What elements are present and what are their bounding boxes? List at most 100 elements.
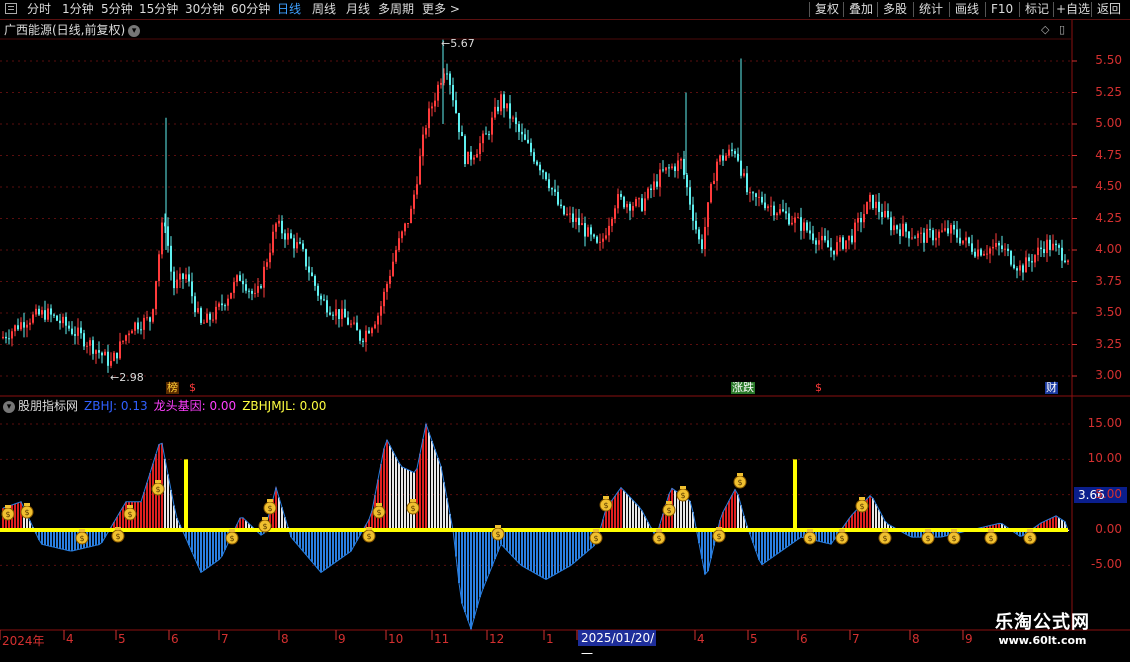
candle-body xyxy=(800,217,802,231)
candle-body xyxy=(863,213,865,223)
indicator-bar xyxy=(137,501,139,530)
candle-body xyxy=(692,204,694,221)
candle-body xyxy=(170,245,172,272)
candle-body xyxy=(452,84,454,101)
candle-body xyxy=(488,134,490,136)
event-marker[interactable]: 涨跌 xyxy=(731,382,755,394)
candle-body xyxy=(1037,247,1039,256)
candle-body xyxy=(713,180,715,185)
candle-body xyxy=(908,231,910,239)
candle-body xyxy=(143,317,145,330)
candle-body xyxy=(431,106,433,109)
indicator-bar xyxy=(470,530,472,629)
candle-body xyxy=(932,230,934,241)
indicator-bar xyxy=(518,530,520,564)
candle-body xyxy=(476,154,478,158)
candle-body xyxy=(710,184,712,203)
event-marker[interactable]: 榜 xyxy=(166,382,179,394)
candle-body xyxy=(101,352,103,356)
candle-body xyxy=(881,211,883,218)
candle-body xyxy=(845,240,847,249)
candle-body xyxy=(605,235,607,239)
candle-body xyxy=(269,252,271,263)
indicator-bar xyxy=(323,530,325,571)
candle-body xyxy=(422,134,424,157)
money-bag-icon: $ xyxy=(733,473,747,489)
candle-body xyxy=(245,284,247,291)
candle-body xyxy=(749,192,751,194)
candle-body xyxy=(563,206,565,215)
candle-body xyxy=(224,305,226,307)
indicator-bar xyxy=(1055,515,1057,530)
indicator-bar xyxy=(98,530,100,545)
candle-body xyxy=(893,225,895,231)
candle-body xyxy=(857,217,859,223)
indicator-bar xyxy=(632,500,634,530)
candle-body xyxy=(935,237,937,241)
candle-body xyxy=(206,313,208,323)
candle-body xyxy=(725,155,727,161)
indicator-bar xyxy=(488,530,490,574)
candle-body xyxy=(980,249,982,256)
indicator-bar xyxy=(566,530,568,568)
candle-body xyxy=(149,317,151,322)
indicator-bar xyxy=(683,496,685,530)
candle-body xyxy=(575,217,577,222)
price-axis-label: 5.25 xyxy=(1095,84,1122,99)
indicator-bar xyxy=(707,530,709,571)
candle-body xyxy=(1055,243,1057,246)
event-marker[interactable]: $ xyxy=(189,382,196,394)
candle-body xyxy=(383,291,385,307)
candle-body xyxy=(1022,265,1024,273)
candle-body xyxy=(626,203,628,208)
indicator-bar xyxy=(221,530,223,557)
candle-body xyxy=(548,179,550,189)
indicator-bar xyxy=(311,530,313,562)
indicator-bar xyxy=(473,530,475,619)
indicator-bar xyxy=(572,530,574,564)
candle-body xyxy=(509,103,511,119)
event-marker[interactable]: 财 xyxy=(1045,382,1058,394)
candle-body xyxy=(551,188,553,190)
event-marker[interactable]: $ xyxy=(815,382,822,394)
low-price-value: 2.98 xyxy=(119,371,144,384)
candle-body xyxy=(986,253,988,255)
candle-body xyxy=(398,238,400,251)
candle-body xyxy=(953,224,955,230)
candle-body xyxy=(803,222,805,231)
chevron-down-icon[interactable]: ▾ xyxy=(3,400,15,413)
indicator-bar xyxy=(551,530,553,577)
candle-body xyxy=(203,322,205,324)
candle-body xyxy=(41,310,43,315)
indicator-bar xyxy=(380,464,382,530)
indicator-bar xyxy=(140,501,142,530)
indicator-bar xyxy=(464,530,466,612)
kline-chart[interactable]: $ $ $ $ $ $ $ $ $ $ $ $ $ $ $ $ $ $ $ $ $ $ $ $ $ $ $ $ xyxy=(0,0,1130,650)
svg-text:$: $ xyxy=(656,534,661,543)
indicator-name[interactable]: 股朋指标网 xyxy=(18,399,78,413)
indicator-bar xyxy=(485,530,487,582)
candle-body xyxy=(782,209,784,212)
candle-body xyxy=(992,246,994,249)
candle-body xyxy=(875,201,877,209)
candle-body xyxy=(617,194,619,209)
candle-body xyxy=(128,333,130,336)
candle-body xyxy=(2,336,4,339)
candle-body xyxy=(677,160,679,172)
candle-body xyxy=(395,250,397,262)
indicator-bar xyxy=(431,440,433,530)
candle-body xyxy=(920,232,922,234)
candle-body xyxy=(89,340,91,346)
candle-body xyxy=(848,235,850,241)
candle-body xyxy=(752,192,754,194)
candle-body xyxy=(746,173,748,193)
candle-body xyxy=(851,235,853,243)
candle-body xyxy=(587,227,589,237)
candle-body xyxy=(104,351,106,356)
candle-body xyxy=(686,174,688,188)
indicator-bar xyxy=(725,506,727,530)
candle-body xyxy=(659,169,661,187)
svg-text:$: $ xyxy=(5,510,10,519)
candle-body xyxy=(77,327,79,336)
candle-body xyxy=(641,198,643,211)
